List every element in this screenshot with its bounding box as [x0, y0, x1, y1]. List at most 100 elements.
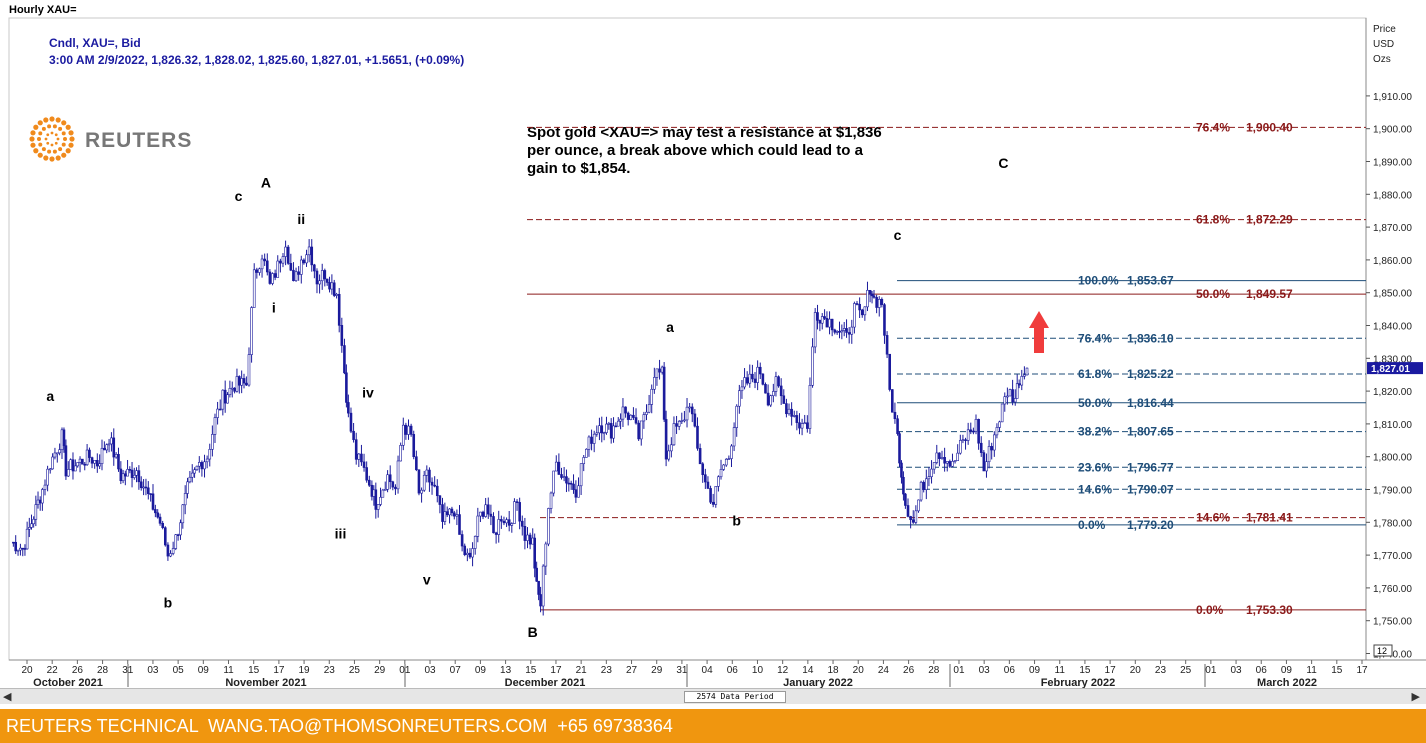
time-tick-label: 06	[1256, 665, 1268, 676]
time-tick-label: 22	[47, 665, 59, 676]
price-tick-label: 1,840.00	[1373, 322, 1412, 333]
candle-body	[1003, 396, 1007, 405]
candle-body	[271, 273, 274, 284]
candle-body	[590, 436, 593, 444]
candle-body	[612, 425, 615, 439]
time-tick-label: 21	[576, 665, 588, 676]
candle-body	[158, 516, 162, 524]
candle-body	[463, 545, 467, 555]
time-tick-label: 17	[273, 665, 285, 676]
wave-label: iv	[362, 385, 374, 401]
candle-body	[533, 537, 536, 569]
candle-body	[473, 536, 477, 549]
candle-body	[268, 271, 272, 284]
candle-body	[616, 420, 620, 427]
candle-body	[208, 449, 212, 460]
candle-body	[81, 458, 84, 465]
candle-body	[626, 412, 630, 420]
candle-body	[203, 461, 206, 470]
price-chart[interactable]: Price USD Ozs 1,910.00 1,900.00 1,890.00 1,880…	[0, 0, 1426, 688]
candle-body	[154, 509, 157, 514]
candle-body	[956, 452, 959, 461]
candle-body	[772, 391, 775, 397]
scroll-left-icon[interactable]: ◀	[3, 690, 11, 703]
candle-body	[14, 541, 18, 552]
candle-body	[425, 469, 429, 476]
candle-body	[284, 246, 287, 257]
candle-body	[205, 458, 209, 463]
candle-body	[294, 271, 298, 282]
candle-body	[935, 452, 939, 463]
logo-dot-icon	[56, 137, 60, 141]
candle-body	[520, 520, 524, 527]
scroll-right-icon[interactable]: ▶	[1412, 690, 1420, 703]
candle-body	[866, 289, 869, 308]
candle-body	[945, 461, 949, 464]
time-tick-label: 10	[752, 665, 764, 676]
fib-blue-value: 1,796.77	[1127, 460, 1174, 474]
candle-body	[105, 444, 109, 451]
logo-dot-icon	[43, 117, 49, 123]
footer-banner: REUTERS TECHNICAL WANG.TAO@THOMSONREUTER…	[0, 709, 1426, 743]
candle-body	[1013, 398, 1017, 403]
logo-dot-icon	[49, 156, 55, 162]
candle-body	[32, 518, 35, 525]
candle-body	[448, 508, 451, 516]
candle-body	[858, 303, 861, 311]
candle-body	[337, 293, 341, 326]
candle-body	[193, 469, 196, 474]
candle-body	[787, 408, 791, 415]
logo-dot-icon	[47, 124, 52, 129]
price-tick-label: 1,890.00	[1373, 158, 1412, 169]
logo-dot-icon	[61, 142, 66, 147]
candle-body	[557, 461, 561, 475]
time-tick-label: 05	[173, 665, 185, 676]
time-tick-label: 29	[651, 665, 663, 676]
candle-body	[579, 463, 583, 487]
fib-blue-pct: 50.0%	[1078, 396, 1112, 410]
time-tick-label: 11	[1306, 665, 1317, 676]
candle-body	[706, 481, 710, 489]
logo-dot-icon	[29, 136, 35, 142]
candle-body	[221, 389, 225, 410]
candle-body	[523, 526, 527, 541]
logo-dot-icon	[30, 130, 36, 136]
candle-body	[592, 433, 596, 444]
candle-body	[78, 458, 82, 463]
candle-body	[258, 268, 261, 273]
logo-dot-icon	[44, 137, 48, 141]
candle-body	[396, 460, 400, 490]
wave-label: i	[272, 299, 276, 315]
time-tick-label: 17	[1356, 665, 1368, 676]
time-tick-label: 26	[72, 665, 84, 676]
wave-label: iii	[335, 526, 347, 542]
candle-body	[25, 528, 29, 550]
candle-body	[1023, 374, 1026, 377]
candle-body	[711, 501, 715, 505]
candle-body	[41, 489, 44, 504]
fib-blue-value: 1,779.20	[1127, 518, 1174, 532]
logo-dot-icon	[37, 137, 41, 141]
time-tick-label: 09	[1029, 665, 1041, 676]
candle-body	[381, 489, 385, 498]
candle-body	[645, 411, 648, 415]
time-scrollbar[interactable]: ◀ 2574 Data Period ▶	[0, 688, 1426, 704]
time-tick-label: 20	[1130, 665, 1142, 676]
candle-body	[574, 489, 578, 498]
candle-body	[430, 481, 434, 486]
fib-blue-value: 1,853.67	[1127, 274, 1174, 288]
candle-body	[823, 316, 826, 319]
candle-body	[412, 434, 416, 458]
fib-red-pct: 61.8%	[1196, 213, 1230, 227]
candle-body	[107, 443, 111, 446]
candle-body	[195, 465, 199, 470]
chart-header-line2: 3:00 AM 2/9/2022, 1,826.32, 1,828.02, 1,…	[49, 53, 464, 67]
time-tick-label: 25	[1180, 665, 1192, 676]
logo-dot-icon	[54, 133, 58, 137]
price-axis-title: USD	[1373, 39, 1394, 50]
logo-dot-icon	[58, 147, 63, 152]
candle-body	[675, 423, 678, 427]
candle-body	[74, 465, 77, 472]
candle-body	[313, 264, 316, 272]
candle-body	[966, 429, 970, 441]
